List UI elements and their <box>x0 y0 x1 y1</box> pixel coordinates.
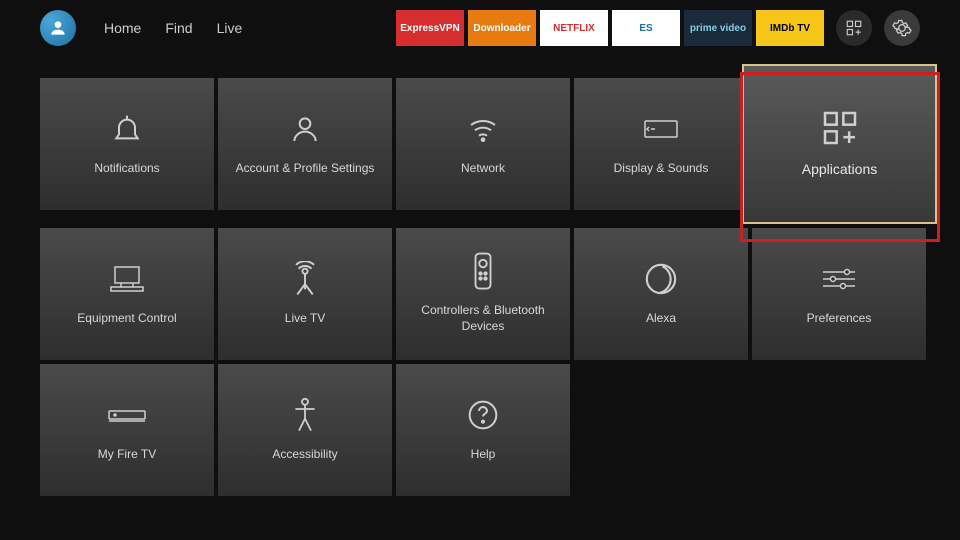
user-icon <box>285 111 325 147</box>
app-row: ExpressVPN Downloader NETFLIX ES prime v… <box>396 10 824 46</box>
equipment-icon <box>107 261 147 297</box>
tile-equipment[interactable]: Equipment Control <box>40 228 214 360</box>
tile-controllers[interactable]: Controllers & Bluetooth Devices <box>396 228 570 360</box>
tile-accessibility[interactable]: Accessibility <box>218 364 392 496</box>
app-esfile[interactable]: ES <box>612 10 680 46</box>
grid-plus-icon <box>845 19 863 37</box>
app-downloader[interactable]: Downloader <box>468 10 536 46</box>
remote-icon <box>463 253 503 289</box>
tile-label: Alexa <box>638 311 684 327</box>
user-icon <box>48 18 68 38</box>
tile-myfiretv[interactable]: My Fire TV <box>40 364 214 496</box>
alexa-icon <box>641 261 681 297</box>
tile-applications[interactable]: Applications <box>742 64 937 224</box>
tile-help[interactable]: Help <box>396 364 570 496</box>
tile-label: Controllers & Bluetooth Devices <box>396 303 570 334</box>
nav-tab-find[interactable]: Find <box>165 20 192 36</box>
nav-tab-live[interactable]: Live <box>217 20 243 36</box>
tile-livetv[interactable]: Live TV <box>218 228 392 360</box>
tile-account[interactable]: Account & Profile Settings <box>218 78 392 210</box>
tile-label: Network <box>453 161 513 177</box>
tile-label: Help <box>463 447 504 463</box>
settings-button[interactable] <box>884 10 920 46</box>
tile-label: Preferences <box>799 311 880 327</box>
wifi-icon <box>463 111 503 147</box>
tile-label: Equipment Control <box>69 311 184 327</box>
top-bar: Home Find Live ExpressVPN Downloader NET… <box>0 0 960 56</box>
tile-label: My Fire TV <box>90 447 164 463</box>
app-netflix[interactable]: NETFLIX <box>540 10 608 46</box>
settings-grid: Notifications Account & Profile Settings… <box>0 56 960 518</box>
tile-label: Account & Profile Settings <box>228 161 383 177</box>
tile-label: Live TV <box>277 311 333 327</box>
tile-display[interactable]: Display & Sounds <box>574 78 748 210</box>
sliders-icon <box>819 261 859 297</box>
tile-label: Notifications <box>86 161 167 177</box>
bell-icon <box>107 111 147 147</box>
display-icon <box>641 111 681 147</box>
help-icon <box>463 397 503 433</box>
tile-label: Display & Sounds <box>606 161 717 177</box>
apps-icon <box>820 110 860 146</box>
app-primevideo[interactable]: prime video <box>684 10 752 46</box>
app-expressvpn[interactable]: ExpressVPN <box>396 10 464 46</box>
firetv-icon <box>107 397 147 433</box>
antenna-icon <box>285 261 325 297</box>
profile-avatar[interactable] <box>40 10 76 46</box>
app-imdbtv[interactable]: IMDb TV <box>756 10 824 46</box>
tile-alexa[interactable]: Alexa <box>574 228 748 360</box>
gear-icon <box>892 18 912 38</box>
apps-grid-button[interactable] <box>836 10 872 46</box>
tile-network[interactable]: Network <box>396 78 570 210</box>
accessibility-icon <box>285 397 325 433</box>
tile-preferences[interactable]: Preferences <box>752 228 926 360</box>
tile-label: Applications <box>794 160 886 178</box>
nav-tabs: Home Find Live <box>104 20 242 36</box>
tile-label: Accessibility <box>264 447 345 463</box>
nav-tab-home[interactable]: Home <box>104 20 141 36</box>
tile-notifications[interactable]: Notifications <box>40 78 214 210</box>
